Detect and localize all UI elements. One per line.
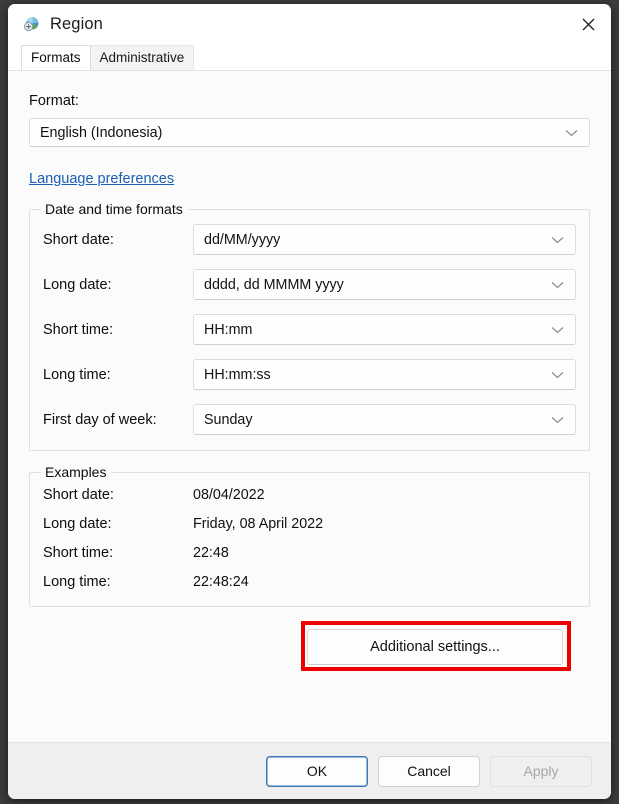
examples-group-title: Examples xyxy=(41,464,112,480)
short-date-label: Short date: xyxy=(43,231,114,248)
date-time-formats-group-title: Date and time formats xyxy=(41,201,188,217)
example-long-time-label: Long time: xyxy=(43,574,111,590)
example-row-long-time: Long time: 22:48:24 xyxy=(43,574,576,590)
short-time-select[interactable]: HH:mm xyxy=(193,314,576,345)
row-long-date: Long date: dddd, dd MMMM yyyy xyxy=(43,269,576,300)
example-short-date-label: Short date: xyxy=(43,487,114,503)
tab-administrative[interactable]: Administrative xyxy=(89,45,195,70)
example-long-date-value: Friday, 08 April 2022 xyxy=(193,516,324,532)
example-row-long-date: Long date: Friday, 08 April 2022 xyxy=(43,516,576,532)
chevron-down-icon xyxy=(551,321,564,339)
example-long-date-label: Long date: xyxy=(43,516,112,532)
first-day-of-week-value: Sunday xyxy=(204,411,253,428)
example-row-short-date: Short date: 08/04/2022 xyxy=(43,487,576,503)
tab-formats-label: Formats xyxy=(31,50,81,65)
example-short-date-value: 08/04/2022 xyxy=(193,487,265,503)
example-long-time-value: 22:48:24 xyxy=(193,574,249,590)
formats-tab-panel: Format: English (Indonesia) Language pre… xyxy=(8,70,611,742)
first-day-of-week-select[interactable]: Sunday xyxy=(193,404,576,435)
row-short-time: Short time: HH:mm xyxy=(43,314,576,345)
short-time-value: HH:mm xyxy=(204,321,253,338)
short-date-value: dd/MM/yyyy xyxy=(204,231,281,248)
additional-settings-button[interactable]: Additional settings... xyxy=(307,629,563,665)
chevron-down-icon xyxy=(551,231,564,249)
long-time-value: HH:mm:ss xyxy=(204,366,271,383)
language-preferences-link[interactable]: Language preferences xyxy=(29,171,174,187)
cancel-button-label: Cancel xyxy=(407,763,451,779)
apply-button: Apply xyxy=(490,755,592,787)
short-date-select[interactable]: dd/MM/yyyy xyxy=(193,224,576,255)
short-time-label: Short time: xyxy=(43,321,114,338)
long-time-select[interactable]: HH:mm:ss xyxy=(193,359,576,390)
additional-settings-area: Additional settings... xyxy=(29,621,590,673)
close-icon[interactable] xyxy=(565,4,611,45)
long-date-value: dddd, dd MMMM yyyy xyxy=(204,276,344,293)
row-short-date: Short date: dd/MM/yyyy xyxy=(43,224,576,255)
chevron-down-icon xyxy=(551,276,564,294)
region-globe-icon xyxy=(23,16,40,33)
row-long-time: Long time: HH:mm:ss xyxy=(43,359,576,390)
additional-settings-label: Additional settings... xyxy=(370,639,500,655)
tab-administrative-label: Administrative xyxy=(99,50,185,65)
ok-button-label: OK xyxy=(306,763,328,779)
chevron-down-icon xyxy=(551,366,564,384)
ok-button[interactable]: OK xyxy=(266,755,368,787)
examples-group: Examples Short date: 08/04/2022 Long dat… xyxy=(29,464,590,607)
format-select[interactable]: English (Indonesia) xyxy=(29,118,590,147)
example-row-short-time: Short time: 22:48 xyxy=(43,545,576,561)
long-time-label: Long time: xyxy=(43,366,111,383)
chevron-down-icon xyxy=(565,124,578,142)
title-bar: Region xyxy=(8,4,611,45)
chevron-down-icon xyxy=(551,411,564,429)
format-label: Format: xyxy=(29,93,79,109)
tab-strip: Formats Administrative xyxy=(8,45,611,70)
window-title: Region xyxy=(50,15,103,33)
long-date-label: Long date: xyxy=(43,276,112,293)
format-select-value: English (Indonesia) xyxy=(40,124,163,141)
apply-button-label: Apply xyxy=(523,763,559,779)
row-first-day-of-week: First day of week: Sunday xyxy=(43,404,576,435)
long-date-select[interactable]: dddd, dd MMMM yyyy xyxy=(193,269,576,300)
first-day-of-week-label: First day of week: xyxy=(43,411,157,428)
region-dialog-window: Region Formats Administrative Format: En… xyxy=(8,4,611,799)
cancel-button[interactable]: Cancel xyxy=(378,755,480,787)
dialog-footer: OK Cancel Apply xyxy=(8,742,611,799)
date-time-formats-group: Date and time formats Short date: dd/MM/… xyxy=(29,201,590,451)
tab-formats[interactable]: Formats xyxy=(21,45,91,70)
example-short-time-label: Short time: xyxy=(43,545,114,561)
example-short-time-value: 22:48 xyxy=(193,545,229,561)
